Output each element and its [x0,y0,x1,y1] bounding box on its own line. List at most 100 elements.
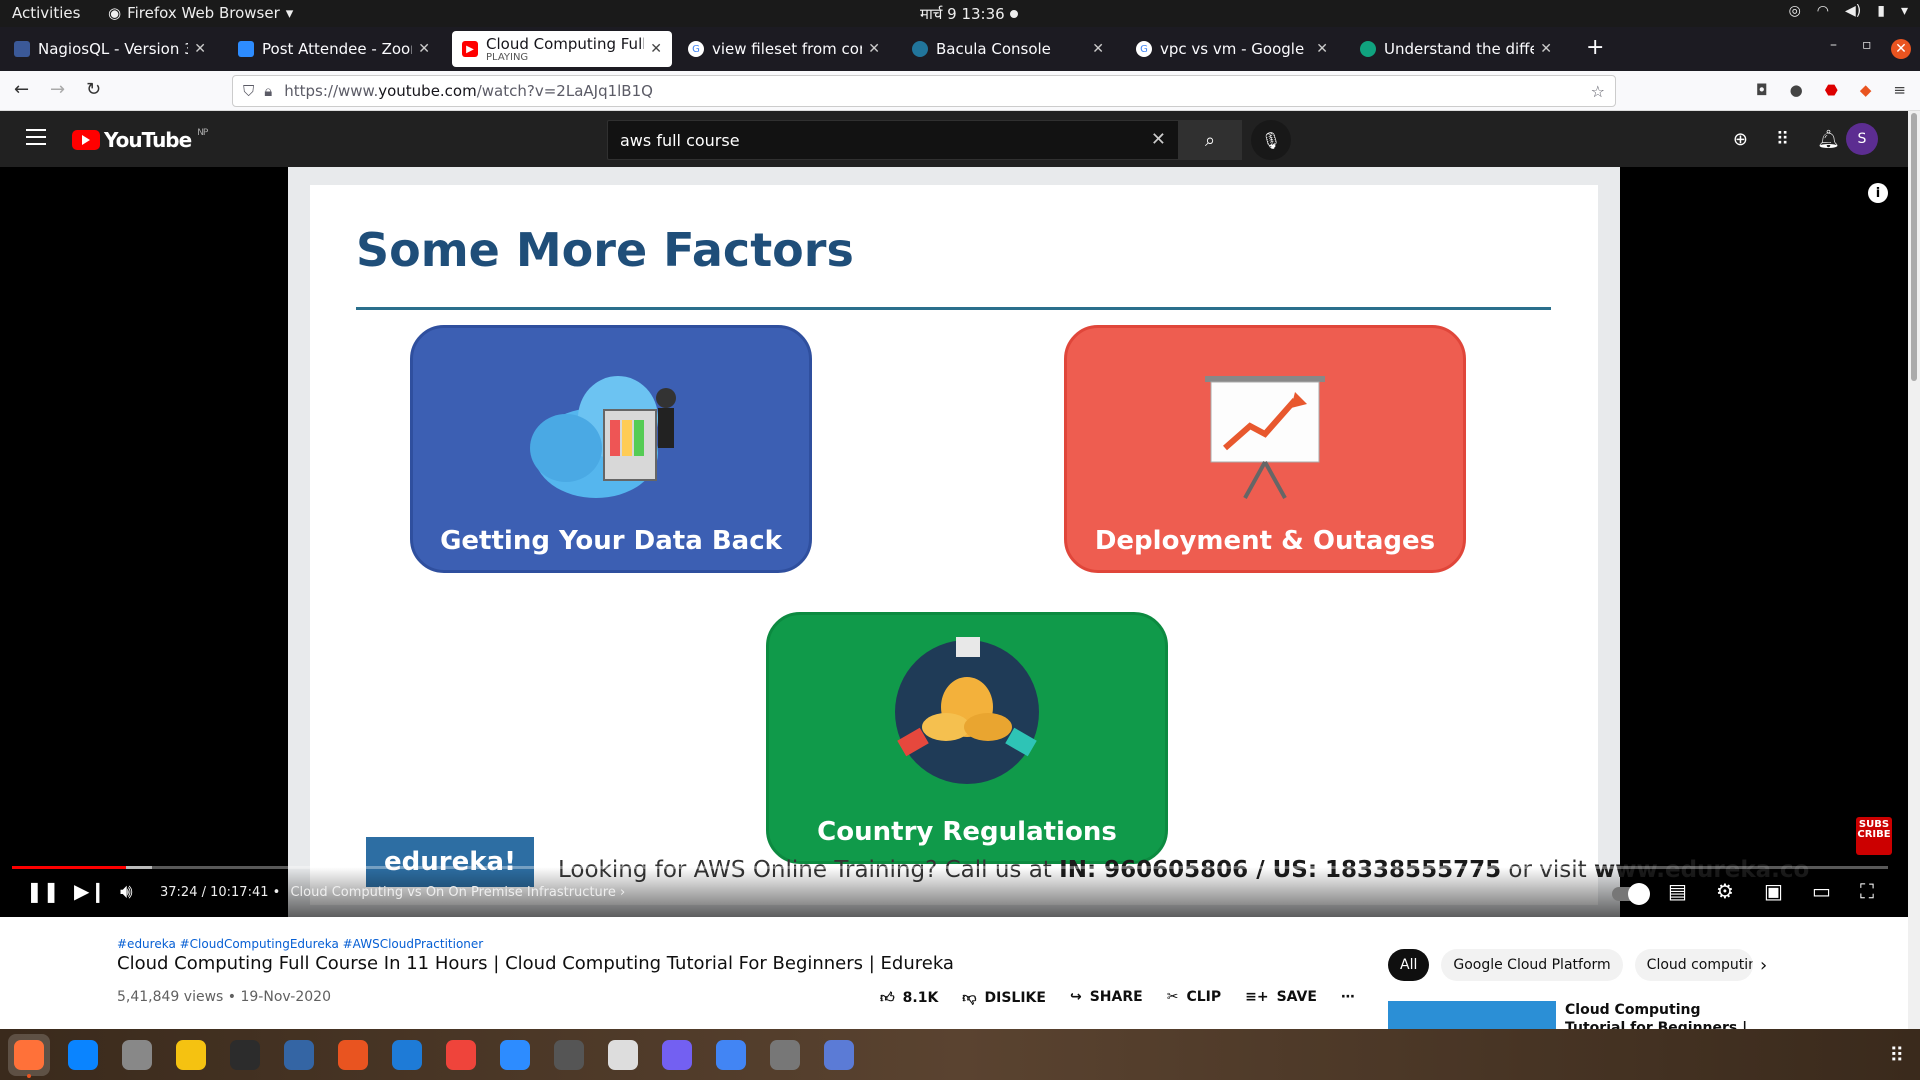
tab-view-fileset[interactable]: G view fileset from console ✕ [678,31,890,67]
like-button[interactable]: 👍︎ 8.1K [880,989,938,1006]
dock-item-screenshot[interactable] [818,1034,860,1076]
app-menu[interactable]: ◉ Firefox Web Browser ▾ [108,4,293,22]
battery-icon[interactable]: ▮ [1877,3,1885,19]
tab-vpc-vs-vm[interactable]: G vpc vs vm - Google Search ✕ [1126,31,1338,67]
apps-grid-icon[interactable]: ⠿ [1776,129,1789,150]
slide-divider [356,307,1551,310]
dock-item-chrome[interactable] [710,1034,752,1076]
dock-item-zoom[interactable] [494,1034,536,1076]
clock-icon [554,1039,584,1070]
forward-icon[interactable]: → [50,79,65,100]
miniplayer-icon[interactable]: ▣ [1764,879,1783,903]
volume-icon[interactable]: 🔊︎ [120,879,133,903]
power-menu-icon[interactable]: ▾ [1901,3,1908,19]
volume-icon[interactable]: ◀) [1845,3,1861,19]
system-tray[interactable]: ◎ ◠ ◀) ▮ ▾ [1789,3,1908,19]
dock-item-viber[interactable] [656,1034,698,1076]
dock-item-writer[interactable] [278,1034,320,1076]
dislike-button[interactable]: 👎︎ DISLIKE [962,989,1046,1006]
subtitles-icon[interactable]: ▤ [1668,879,1687,903]
more-actions-icon[interactable]: ⋯ [1341,989,1355,1006]
dock-item-settings[interactable] [764,1034,806,1076]
tab-zoom[interactable]: Post Attendee - Zoom ✕ [228,31,440,67]
close-icon[interactable]: ✕ [418,41,430,57]
clear-search-icon[interactable]: ✕ [1151,129,1166,150]
dock-item-thunderbird[interactable] [62,1034,104,1076]
hamburger-menu-icon[interactable]: ≡ [1893,81,1906,99]
close-icon[interactable]: ✕ [868,41,880,57]
chevron-right-icon[interactable]: › [1760,955,1767,976]
card-label: Getting Your Data Back [440,526,782,556]
subscribe-watermark[interactable]: SUBS CRIBE [1856,817,1892,855]
back-icon[interactable]: ← [14,79,29,100]
chip-google-cloud-platform[interactable]: Google Cloud Platform [1441,949,1623,981]
reload-icon[interactable]: ↻ [86,79,101,100]
chapter-title[interactable]: Cloud Computing vs On On Premise Infrast… [290,885,615,900]
dock-item-clock[interactable] [548,1034,590,1076]
notifications-bell-icon[interactable]: 🔔︎ [1817,129,1840,150]
dock-item-calendar[interactable] [602,1034,644,1076]
search-button[interactable]: ⌕ [1178,120,1242,160]
dock-item-files[interactable] [116,1034,158,1076]
restore-icon[interactable]: ▫ [1862,37,1872,53]
info-icon[interactable]: i [1868,183,1888,203]
clock[interactable]: मार्च 9 13:36 [920,4,1005,24]
voice-search-button[interactable]: 🎙︎ [1251,120,1291,160]
recommendation-chips: All Google Cloud Platform Cloud computin… [1388,949,1753,981]
dock-item-help[interactable] [386,1034,428,1076]
wifi-icon[interactable]: ◠ [1817,3,1829,19]
card-getting-data-back: Getting Your Data Back [410,325,812,573]
tab-understand-difference[interactable]: Understand the differenc ✕ [1350,31,1562,67]
settings-gear-icon[interactable]: ⚙ [1716,879,1734,903]
dock-item-terminal[interactable] [224,1034,266,1076]
save-button[interactable]: ≡+ SAVE [1245,989,1317,1006]
url-text[interactable]: https://www.youtube.com/watch?v=2LaAJq1l… [284,82,1590,100]
pocket-icon[interactable]: ◘ [1756,81,1768,99]
page-scrollbar[interactable] [1908,111,1920,1029]
guide-menu-icon[interactable] [26,129,46,150]
scrollbar-thumb[interactable] [1911,113,1917,381]
dock-item-firefox[interactable] [8,1033,50,1078]
close-icon[interactable]: ✕ [194,41,206,57]
create-video-icon[interactable]: ⊕ [1733,129,1748,150]
close-icon[interactable]: ✕ [650,41,662,57]
close-icon[interactable]: ✕ [1316,41,1328,57]
tracking-shield-icon[interactable]: ⛉ [243,82,254,100]
chip-cloud-computing[interactable]: Cloud computing [1634,949,1753,981]
pause-icon[interactable]: ❚❚ [26,879,60,903]
dock-item-rhythmbox[interactable] [170,1034,212,1076]
theater-mode-icon[interactable]: ▭ [1812,879,1831,903]
adblock-icon[interactable]: ⬣ [1825,81,1838,99]
user-indicator-icon[interactable]: ◎ [1789,3,1801,19]
close-icon[interactable]: ✕ [1540,41,1552,57]
new-tab-icon[interactable]: + [1586,35,1604,60]
lock-icon[interactable]: 🔒︎ [264,82,272,100]
dock-item-anydesk[interactable] [440,1034,482,1076]
video-player[interactable]: Some More Factors Getting Your Data Back… [0,167,1900,917]
minimize-icon[interactable]: – [1830,37,1837,53]
close-icon[interactable]: ✕ [1092,41,1104,57]
youtube-logo[interactable]: YouTube NP [72,128,208,152]
extension-icon[interactable]: ◆ [1860,81,1872,99]
next-icon[interactable]: ▶❙ [74,879,106,903]
avatar[interactable]: S [1846,123,1878,155]
time-value: 37:24 / 10:17:41 [160,885,269,900]
clip-button[interactable]: ✂ CLIP [1167,989,1221,1006]
url-bar[interactable]: ⛉ 🔒︎ https://www.youtube.com/watch?v=2La… [232,75,1616,107]
activities-button[interactable]: Activities [12,4,80,22]
close-window-icon[interactable]: ✕ [1891,39,1911,59]
bookmark-star-icon[interactable]: ☆ [1591,82,1605,101]
tab-nagiosql[interactable]: NagiosQL - Version 3.2.0 ✕ [4,31,216,67]
show-applications-icon[interactable]: ⠿ [1889,1043,1904,1067]
tab-bacula[interactable]: Bacula Console ✕ [902,31,1114,67]
account-icon[interactable]: ● [1790,81,1803,99]
fullscreen-icon[interactable]: ⛶ [1860,879,1874,903]
share-button[interactable]: ↪ SHARE [1070,989,1143,1006]
recommended-video-thumbnail[interactable] [1388,1001,1556,1029]
dock-item-software[interactable] [332,1034,374,1076]
search-input[interactable]: aws full course ✕ [607,120,1178,160]
autoplay-toggle[interactable] [1612,883,1650,905]
tab-cloud-computing[interactable]: ▶ Cloud Computing Full Co PLAYING ✕ [452,31,672,67]
video-hashtags[interactable]: #edureka #CloudComputingEdureka #AWSClou… [117,937,483,951]
chip-all[interactable]: All [1388,949,1430,981]
